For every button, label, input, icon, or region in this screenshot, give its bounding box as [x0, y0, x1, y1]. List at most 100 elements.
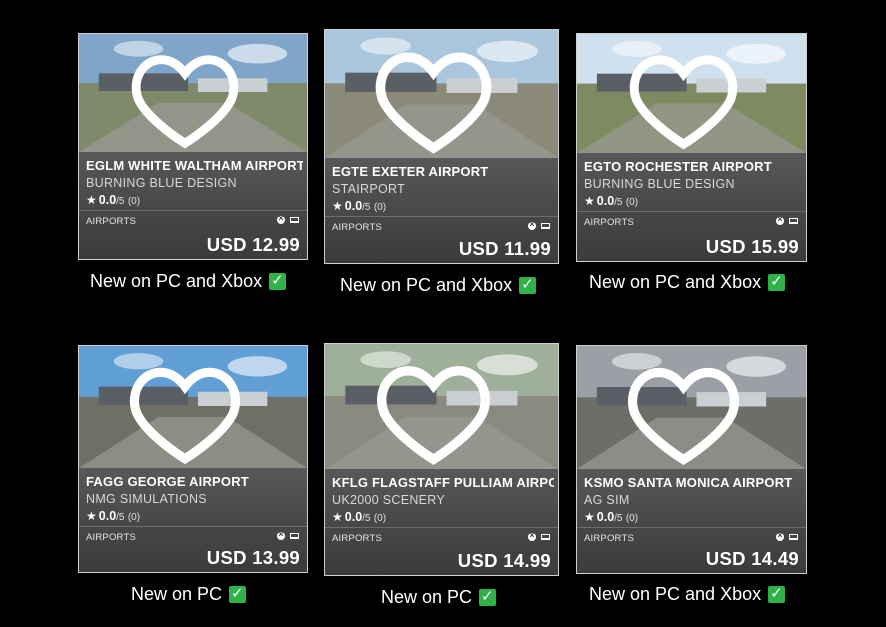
- checkmark-icon: [768, 272, 786, 291]
- platform-icons: [277, 529, 299, 540]
- publisher-name[interactable]: BURNING BLUE DESIGN: [584, 177, 735, 191]
- product-thumbnail[interactable]: [325, 344, 558, 469]
- rating: ★ 0.0/5 (0): [584, 194, 639, 208]
- platform-icons: [528, 219, 550, 230]
- product-thumbnail[interactable]: [577, 346, 806, 469]
- product-info: EGLM WHITE WALTHAM AIRPORT BURNING BLUE …: [79, 152, 307, 259]
- availability-text: New on PC and Xbox: [589, 584, 762, 604]
- star-icon: ★: [584, 194, 595, 208]
- product-title: FAGG GEORGE AIRPORT: [86, 474, 249, 489]
- pc-icon: [541, 223, 550, 229]
- publisher-name[interactable]: AG SIM: [584, 493, 630, 507]
- availability-caption: New on PC: [381, 587, 497, 608]
- platform-icons: [528, 530, 550, 541]
- availability-caption: New on PC and Xbox: [90, 271, 287, 292]
- product-card[interactable]: EGLM WHITE WALTHAM AIRPORT BURNING BLUE …: [78, 33, 308, 260]
- product-title: KSMO SANTA MONICA AIRPORT: [584, 475, 793, 490]
- star-icon: ★: [332, 199, 343, 213]
- product-card[interactable]: KSMO SANTA MONICA AIRPORT AG SIM ★ 0.0/5 …: [576, 345, 807, 574]
- category-label: AIRPORTS: [332, 222, 382, 233]
- availability-text: New on PC and Xbox: [340, 275, 513, 295]
- favorite-heart-icon[interactable]: [325, 36, 550, 158]
- availability-caption: New on PC and Xbox: [589, 584, 786, 605]
- product-info: KSMO SANTA MONICA AIRPORT AG SIM ★ 0.0/5 …: [577, 469, 806, 573]
- checkmark-icon: [229, 584, 247, 603]
- price: USD 14.49: [705, 548, 799, 569]
- price: USD 15.99: [705, 236, 799, 257]
- category-label: AIRPORTS: [332, 533, 382, 544]
- favorite-heart-icon[interactable]: [577, 352, 798, 469]
- xbox-icon: [277, 529, 285, 540]
- product-info: EGTO ROCHESTER AIRPORT BURNING BLUE DESI…: [577, 153, 806, 261]
- product-card[interactable]: KFLG FLAGSTAFF PULLIAM AIRPOI UK2000 SCE…: [324, 343, 559, 576]
- category-label: AIRPORTS: [584, 533, 634, 544]
- availability-text: New on PC: [381, 587, 473, 607]
- availability-text: New on PC: [131, 584, 223, 604]
- product-title: EGLM WHITE WALTHAM AIRPORT: [86, 158, 303, 173]
- pc-icon: [290, 533, 299, 539]
- checkmark-icon: [269, 271, 287, 290]
- availability-text: New on PC and Xbox: [90, 271, 263, 291]
- checkmark-icon: [479, 587, 497, 606]
- favorite-heart-icon[interactable]: [79, 352, 299, 468]
- xbox-icon: [776, 214, 784, 225]
- divider: [325, 216, 558, 217]
- product-card[interactable]: FAGG GEORGE AIRPORT NMG SIMULATIONS ★ 0.0…: [78, 345, 308, 573]
- availability-caption: New on PC and Xbox: [340, 275, 537, 296]
- availability-text: New on PC and Xbox: [589, 272, 762, 292]
- availability-caption: New on PC and Xbox: [589, 272, 786, 293]
- favorite-heart-icon[interactable]: [79, 40, 299, 152]
- platform-icons: [776, 530, 798, 541]
- xbox-icon: [528, 530, 536, 541]
- divider: [577, 211, 806, 212]
- rating: ★ 0.0/5 (0): [584, 510, 639, 524]
- rating: ★ 0.0/5 (0): [332, 199, 387, 213]
- pc-icon: [789, 534, 798, 540]
- product-thumbnail[interactable]: [79, 346, 307, 468]
- price: USD 13.99: [206, 547, 300, 568]
- xbox-icon: [277, 213, 285, 224]
- price: USD 11.99: [458, 238, 551, 259]
- favorite-heart-icon[interactable]: [577, 40, 798, 153]
- rating: ★ 0.0/5 (0): [332, 510, 387, 524]
- product-info: KFLG FLAGSTAFF PULLIAM AIRPOI UK2000 SCE…: [325, 469, 558, 575]
- availability-caption: New on PC: [131, 584, 247, 605]
- publisher-name[interactable]: BURNING BLUE DESIGN: [86, 176, 237, 190]
- category-label: AIRPORTS: [584, 217, 634, 228]
- xbox-icon: [528, 219, 536, 230]
- product-title: EGTO ROCHESTER AIRPORT: [584, 159, 772, 174]
- xbox-icon: [776, 530, 784, 541]
- divider: [79, 210, 307, 211]
- star-icon: ★: [86, 509, 97, 523]
- product-card[interactable]: EGTO ROCHESTER AIRPORT BURNING BLUE DESI…: [576, 33, 807, 262]
- rating: ★ 0.0/5 (0): [86, 193, 141, 207]
- publisher-name[interactable]: STAIRPORT: [332, 182, 405, 196]
- pc-icon: [290, 217, 299, 223]
- product-thumbnail[interactable]: [325, 30, 558, 158]
- pc-icon: [789, 218, 798, 224]
- product-info: FAGG GEORGE AIRPORT NMG SIMULATIONS ★ 0.0…: [79, 468, 307, 572]
- product-card[interactable]: EGTE EXETER AIRPORT STAIRPORT ★ 0.0/5 (0)…: [324, 29, 559, 264]
- star-icon: ★: [332, 510, 343, 524]
- star-icon: ★: [584, 510, 595, 524]
- divider: [325, 527, 558, 528]
- favorite-heart-icon[interactable]: [325, 350, 550, 469]
- checkmark-icon: [519, 275, 537, 294]
- product-thumbnail[interactable]: [79, 34, 307, 152]
- platform-icons: [776, 214, 798, 225]
- pc-icon: [541, 534, 550, 540]
- price: USD 14.99: [457, 550, 551, 571]
- divider: [79, 526, 307, 527]
- product-info: EGTE EXETER AIRPORT STAIRPORT ★ 0.0/5 (0)…: [325, 158, 558, 263]
- divider: [577, 527, 806, 528]
- rating: ★ 0.0/5 (0): [86, 509, 141, 523]
- category-label: AIRPORTS: [86, 216, 136, 227]
- product-title: KFLG FLAGSTAFF PULLIAM AIRPOI: [332, 475, 554, 490]
- star-icon: ★: [86, 193, 97, 207]
- category-label: AIRPORTS: [86, 532, 136, 543]
- product-title: EGTE EXETER AIRPORT: [332, 164, 489, 179]
- publisher-name[interactable]: NMG SIMULATIONS: [86, 492, 207, 506]
- product-thumbnail[interactable]: [577, 34, 806, 153]
- publisher-name[interactable]: UK2000 SCENERY: [332, 493, 445, 507]
- price: USD 12.99: [206, 234, 300, 255]
